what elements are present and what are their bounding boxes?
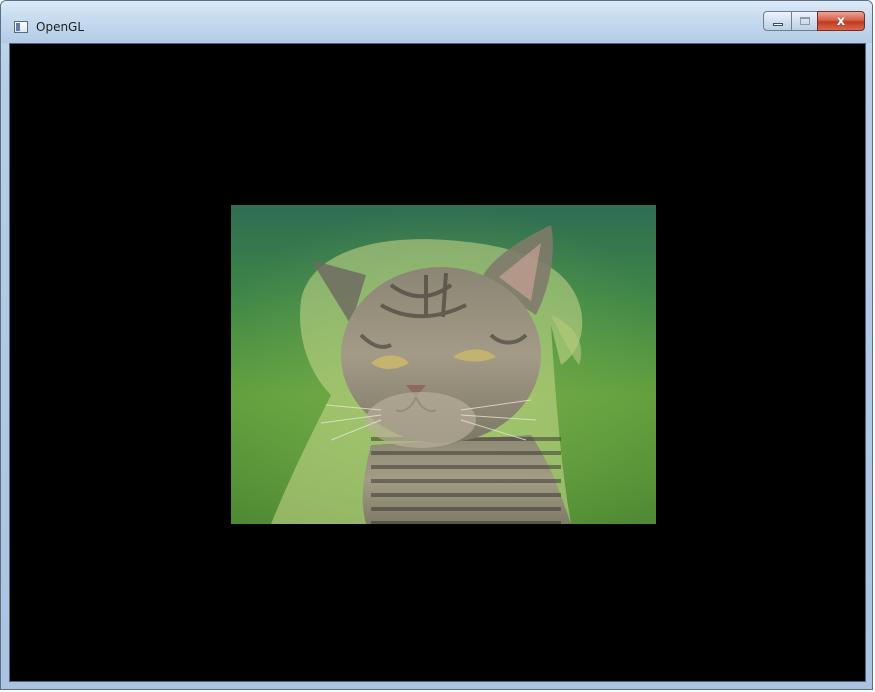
close-icon: x (836, 13, 846, 29)
close-button[interactable]: x (817, 11, 865, 31)
maximize-icon (799, 17, 810, 25)
window-controls: x (763, 11, 865, 33)
maximize-button[interactable] (791, 11, 817, 31)
minimize-icon (772, 22, 783, 26)
opengl-window: OpenGL x (0, 0, 873, 690)
window-title: OpenGL (36, 20, 85, 34)
opengl-viewport[interactable] (9, 43, 866, 682)
textured-quad (231, 205, 656, 524)
blended-kitten-puppy-image (231, 205, 656, 524)
title-bar[interactable]: OpenGL x (1, 1, 872, 43)
minimize-button[interactable] (763, 11, 791, 31)
window-app-icon[interactable] (14, 21, 28, 33)
